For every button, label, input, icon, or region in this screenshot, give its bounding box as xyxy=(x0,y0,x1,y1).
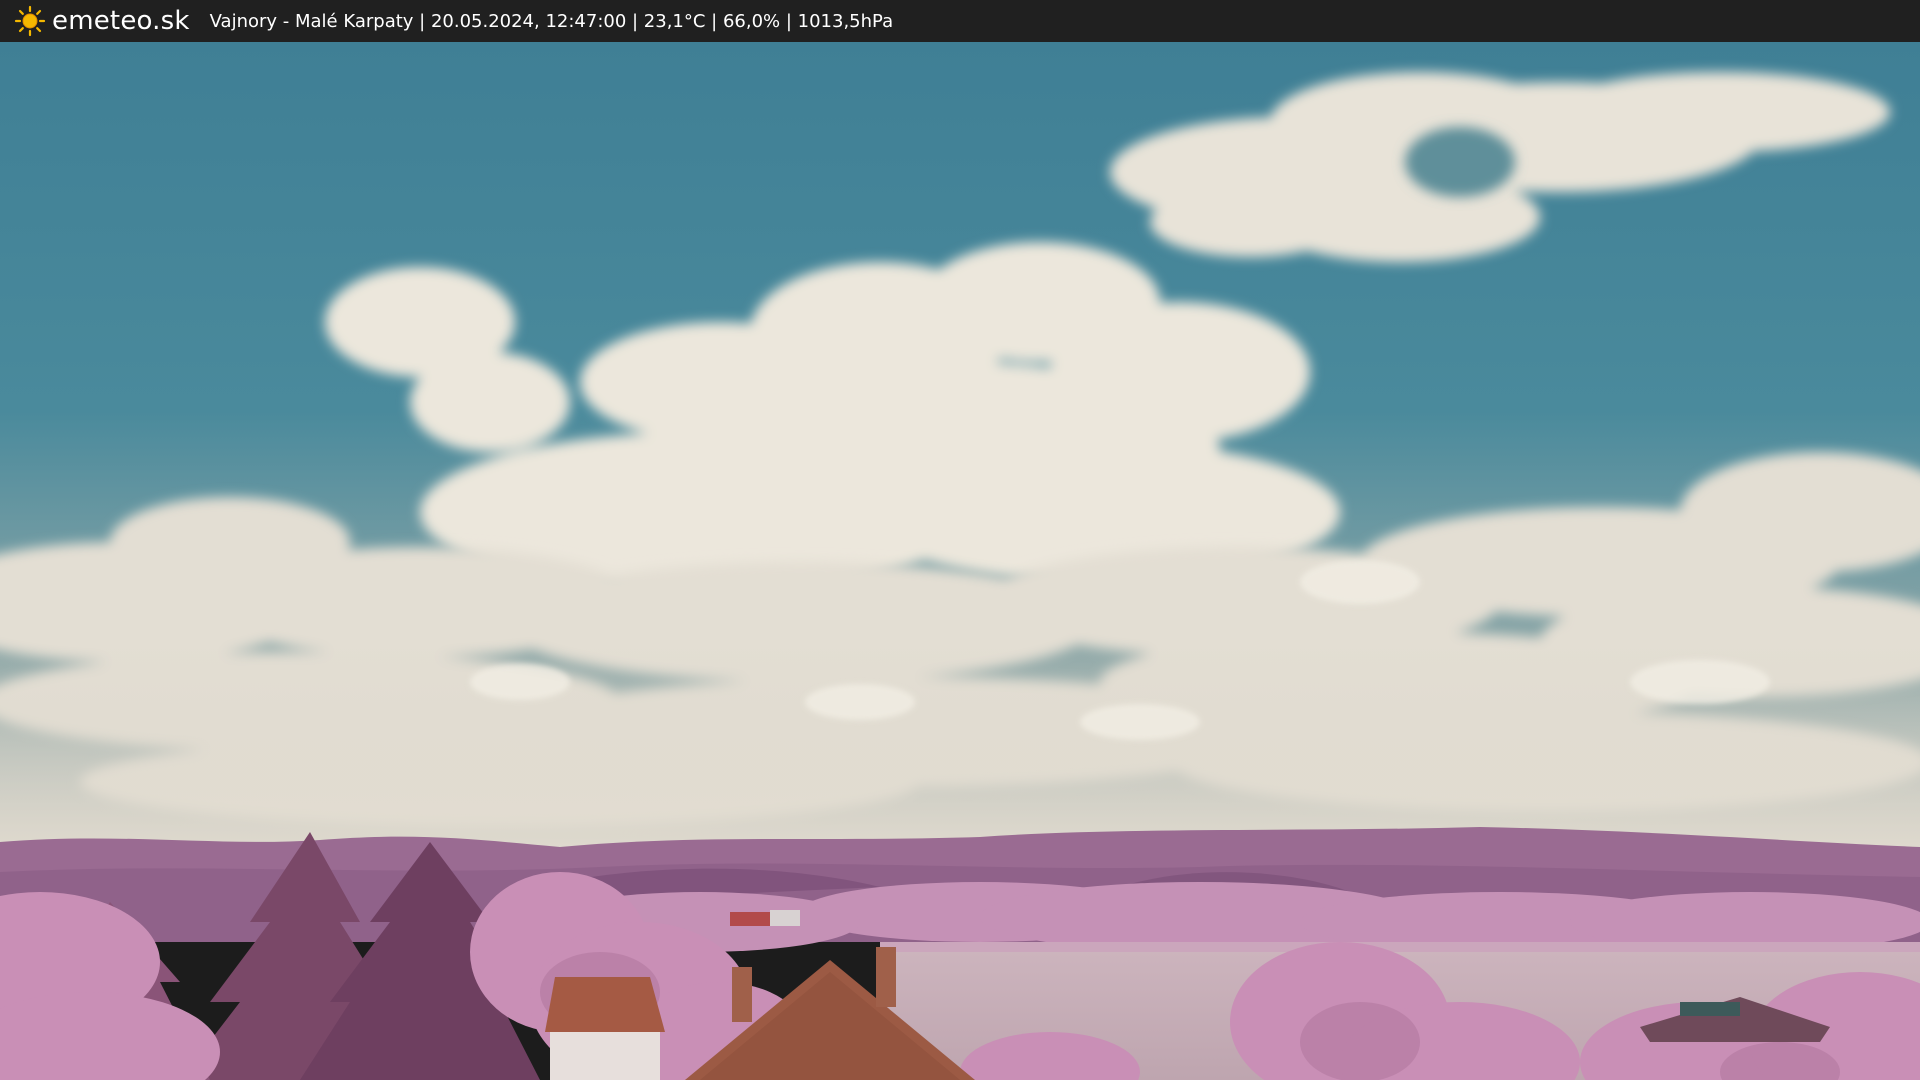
webcam-viewer: emeteo.sk Vajnory - Malé Karpaty | 20.05… xyxy=(0,0,1920,1080)
top-bar: emeteo.sk Vajnory - Malé Karpaty | 20.05… xyxy=(0,0,1920,42)
brand-name[interactable]: emeteo.sk xyxy=(52,6,190,36)
brand[interactable]: emeteo.sk xyxy=(14,0,190,42)
webcam-image xyxy=(0,42,1920,1080)
house-left xyxy=(545,977,665,1080)
sun-icon xyxy=(14,5,46,37)
station-info: Vajnory - Malé Karpaty | 20.05.2024, 12:… xyxy=(209,10,894,32)
